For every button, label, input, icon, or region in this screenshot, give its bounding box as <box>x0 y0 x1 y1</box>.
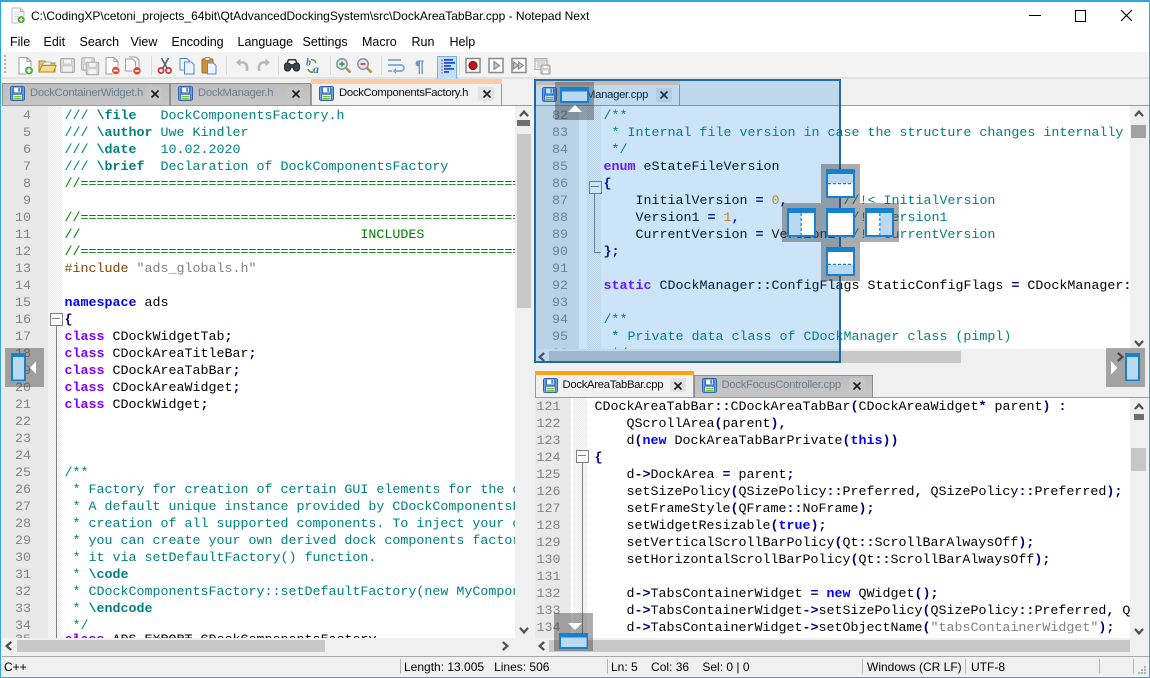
svg-text:¶: ¶ <box>415 57 424 76</box>
svg-text:b: b <box>306 58 311 69</box>
svg-text:a: a <box>313 62 319 76</box>
